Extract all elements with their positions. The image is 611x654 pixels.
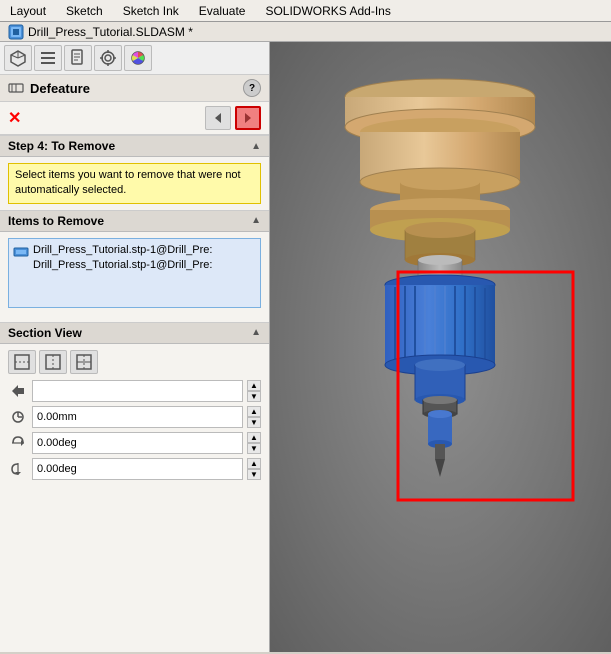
- spin-down-button[interactable]: ▼: [247, 391, 261, 402]
- forward-button[interactable]: [235, 106, 261, 130]
- offset-spin-up[interactable]: ▲: [247, 406, 261, 417]
- toolbar-row: [0, 42, 269, 75]
- left-panel: Defeature ? ✕ Step 4: To Remove ▲ Select…: [0, 42, 270, 652]
- sv-toolbar: [8, 350, 261, 374]
- panel-title: Defeature: [30, 81, 90, 96]
- input-row-4: ▲ ▼: [8, 458, 261, 480]
- menu-layout[interactable]: Layout: [6, 3, 50, 19]
- step-title: Step 4: To Remove: [8, 139, 115, 153]
- input-row-2: ▲ ▼: [8, 406, 261, 428]
- rotate-x-spinner: ▲ ▼: [247, 432, 261, 454]
- offset-spinner: ▲ ▼: [247, 406, 261, 428]
- sv-front-button[interactable]: [8, 350, 36, 374]
- menu-solidworks-addins[interactable]: SOLIDWORKS Add-Ins: [261, 3, 394, 19]
- menu-bar: Layout Sketch Sketch Ink Evaluate SOLIDW…: [0, 0, 611, 22]
- appearance-button[interactable]: [124, 45, 152, 71]
- assembly-icon: [8, 24, 24, 40]
- sv-side-button[interactable]: [39, 350, 67, 374]
- target-button[interactable]: [94, 45, 122, 71]
- rotate-y-input[interactable]: [32, 458, 243, 480]
- rotate-y-spin-down[interactable]: ▼: [247, 469, 261, 480]
- back-button[interactable]: [205, 106, 231, 130]
- offset-icon: [8, 407, 28, 427]
- panel-actions: ✕: [0, 102, 269, 135]
- rotate-x-input[interactable]: [32, 432, 243, 454]
- offset-input[interactable]: [32, 406, 243, 428]
- spin-up-button[interactable]: ▲: [247, 380, 261, 391]
- direction-spinner: ▲ ▼: [247, 380, 261, 402]
- rotate-y-icon: [8, 459, 28, 479]
- rotate-y-spinner: ▲ ▼: [247, 458, 261, 480]
- arrow-icon: [8, 381, 28, 401]
- section-view-header: Section View ▲: [0, 322, 269, 344]
- menu-sketch[interactable]: Sketch: [62, 3, 107, 19]
- offset-spin-down[interactable]: ▼: [247, 417, 261, 428]
- component-icon: [13, 244, 29, 260]
- panel-header: Defeature ?: [0, 75, 269, 102]
- step-section-header: Step 4: To Remove ▲: [0, 135, 269, 157]
- item-text-2: Drill_Press_Tutorial.stp-1@Drill_Pre:: [33, 258, 212, 273]
- items-section: Drill_Press_Tutorial.stp-1@Drill_Pre: Dr…: [0, 232, 269, 314]
- step-message: Select items you want to remove that wer…: [8, 163, 261, 204]
- direction-input[interactable]: [32, 380, 243, 402]
- items-list[interactable]: Drill_Press_Tutorial.stp-1@Drill_Pre: Dr…: [8, 238, 261, 308]
- items-collapse-icon[interactable]: ▲: [251, 215, 261, 226]
- title-bar: Drill_Press_Tutorial.SLDASM *: [0, 22, 611, 42]
- rotate-x-spin-down[interactable]: ▼: [247, 443, 261, 454]
- help-button[interactable]: ?: [243, 79, 261, 97]
- rotate-y-spin-up[interactable]: ▲: [247, 458, 261, 469]
- page-button[interactable]: [64, 45, 92, 71]
- step-collapse-icon[interactable]: ▲: [251, 141, 261, 152]
- viewport[interactable]: Drill_Press_Tutorial (Defa...: [270, 42, 611, 652]
- item-text-1: Drill_Press_Tutorial.stp-1@Drill_Pre:: [33, 243, 212, 258]
- menu-sketch-ink[interactable]: Sketch Ink: [119, 3, 183, 19]
- items-section-header: Items to Remove ▲: [0, 210, 269, 232]
- menu-evaluate[interactable]: Evaluate: [195, 3, 250, 19]
- section-view-section: ▲ ▼ ▲ ▼: [0, 344, 269, 490]
- 3d-model-svg: [270, 42, 611, 652]
- step-info: Select items you want to remove that wer…: [0, 157, 269, 210]
- rotate-x-spin-up[interactable]: ▲: [247, 432, 261, 443]
- items-label: Items to Remove: [8, 214, 104, 228]
- close-x-button[interactable]: ✕: [8, 108, 21, 128]
- cube-view-button[interactable]: [4, 45, 32, 71]
- section-view-title: Section View: [8, 326, 82, 340]
- list-view-button[interactable]: [34, 45, 62, 71]
- input-row-1: ▲ ▼: [8, 380, 261, 402]
- section-view-collapse-icon[interactable]: ▲: [251, 327, 261, 338]
- list-item: Drill_Press_Tutorial.stp-1@Drill_Pre: Dr…: [13, 243, 256, 274]
- input-row-3: ▲ ▼: [8, 432, 261, 454]
- document-title: Drill_Press_Tutorial.SLDASM *: [28, 25, 193, 39]
- rotate-x-icon: [8, 433, 28, 453]
- defeature-icon: [8, 80, 24, 96]
- sv-top-button[interactable]: [70, 350, 98, 374]
